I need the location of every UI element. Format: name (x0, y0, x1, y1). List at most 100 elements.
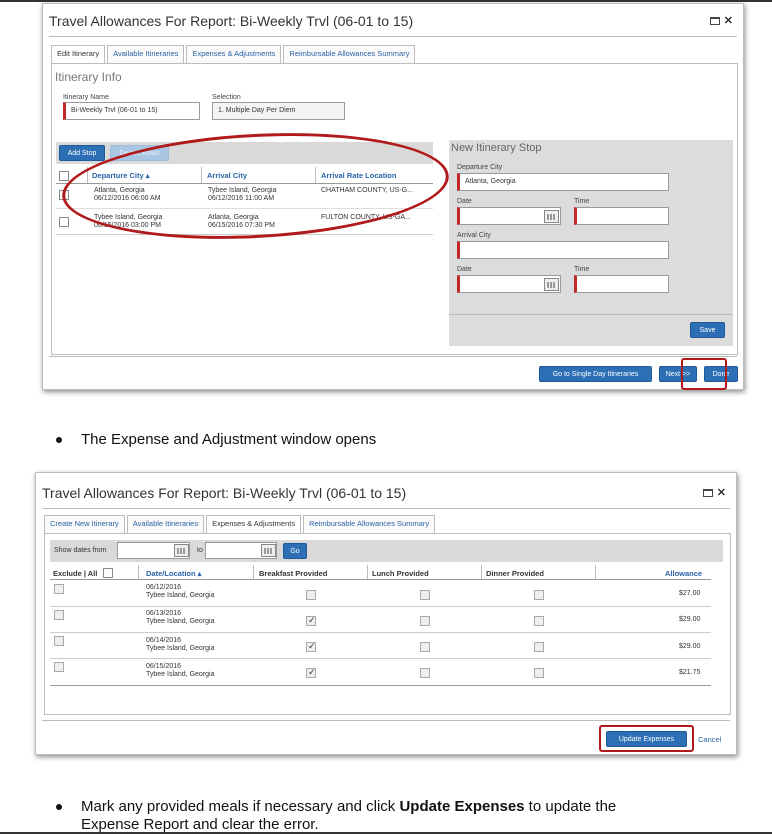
annotation-highlight-box (599, 725, 694, 752)
exclude-checkbox[interactable] (54, 662, 64, 672)
save-button[interactable]: Save (690, 322, 725, 338)
itinerary-name-label: Itinerary Name (63, 94, 109, 101)
allowance-cell: $27.00 (679, 590, 701, 597)
annotation-highlight-box (681, 358, 727, 390)
select-all-checkbox[interactable] (59, 171, 69, 181)
calendar-icon[interactable] (544, 210, 559, 223)
tab-available-itineraries[interactable]: Available Itineraries (107, 45, 185, 63)
lunch-checkbox[interactable] (420, 590, 430, 600)
row-date: 06/13/2016 (146, 610, 182, 617)
stop-panel-divider (449, 314, 733, 315)
dinner-checkbox[interactable] (534, 616, 544, 626)
breakfast-checkbox[interactable] (306, 615, 316, 626)
departure-time-field[interactable] (574, 207, 669, 225)
selection-field[interactable]: 1. Multiple Day Per Diem (212, 102, 345, 120)
col-divider (595, 565, 596, 579)
row-date: 06/14/2016 (146, 637, 182, 644)
instruction-text: Mark any provided meals if necessary and… (81, 798, 616, 815)
row-checkbox[interactable] (59, 217, 69, 227)
column-exclude-all[interactable]: Exclude | All (53, 569, 97, 578)
row-divider (50, 632, 711, 633)
arrival-city-field[interactable] (457, 241, 669, 259)
maximize-icon[interactable] (709, 16, 720, 25)
bullet-icon (56, 804, 62, 810)
footer-divider (49, 356, 737, 357)
instruction-text: The Expense and Adjustment window opens (81, 431, 377, 448)
tab-create-new-itinerary[interactable]: Create New Itinerary (44, 515, 125, 533)
calendar-icon[interactable] (544, 278, 559, 291)
instruction-text-bold: Update Expenses (399, 798, 525, 815)
row-location: Tybee Island, Georgia (146, 592, 215, 599)
row-date: 06/15/2016 (146, 663, 182, 670)
top-border-line (0, 0, 772, 2)
maximize-icon[interactable] (702, 488, 713, 497)
exclude-checkbox[interactable] (54, 636, 64, 646)
travel-allowances-dialog-expenses: Travel Allowances For Report: Bi-Weekly … (35, 472, 737, 755)
instruction-text-end: to update the (524, 798, 617, 815)
column-lunch-provided: Lunch Provided (372, 569, 429, 578)
new-itinerary-stop-heading: New Itinerary Stop (451, 142, 542, 154)
title-divider (42, 508, 730, 509)
dialog-title: Travel Allowances For Report: Bi-Weekly … (49, 13, 414, 29)
footer-divider (42, 720, 730, 721)
go-button[interactable]: Go (283, 543, 307, 559)
selection-label: Selection (212, 94, 241, 101)
calendar-icon[interactable] (261, 544, 276, 557)
tab-reimbursable-allowances-summary[interactable]: Reimbursable Allowances Summary (283, 45, 416, 63)
allowance-cell: $29.00 (679, 616, 701, 623)
dinner-checkbox[interactable] (534, 668, 544, 678)
window-controls: ✕ (709, 14, 733, 27)
column-breakfast-provided: Breakfast Provided (259, 569, 328, 578)
tab-reimbursable-allowances-summary[interactable]: Reimbursable Allowances Summary (303, 515, 436, 533)
breakfast-checkbox[interactable] (306, 641, 316, 652)
breakfast-checkbox[interactable] (306, 667, 316, 678)
itinerary-name-field[interactable]: Bi-Weekly Trvl (06-01 to 15) (63, 102, 200, 120)
tab-bar: Create New Itinerary Available Itinerari… (44, 515, 437, 533)
lunch-checkbox[interactable] (420, 616, 430, 626)
table-bottom-border (50, 685, 711, 686)
exclude-checkbox[interactable] (54, 584, 64, 594)
allowance-cell: $29.00 (679, 643, 701, 650)
travel-allowances-dialog-itinerary: Travel Allowances For Report: Bi-Weekly … (42, 3, 744, 390)
departure-city-field[interactable]: Atlanta, Georgia (457, 173, 669, 191)
go-to-single-day-itineraries-button[interactable]: Go to Single Day Itineraries (539, 366, 652, 382)
itinerary-info-heading: Itinerary Info (55, 70, 122, 84)
row-location: Tybee Island, Georgia (146, 645, 215, 652)
column-allowance[interactable]: Allowance (665, 569, 702, 578)
departure-time-label: Time (574, 198, 590, 205)
close-icon[interactable]: ✕ (724, 15, 733, 27)
breakfast-checkbox[interactable] (306, 590, 316, 600)
to-label: to (197, 547, 203, 554)
tab-expenses-adjustments[interactable]: Expenses & Adjustments (186, 45, 282, 63)
add-stop-button[interactable]: Add Stop (59, 145, 105, 161)
tab-expenses-adjustments[interactable]: Expenses & Adjustments (206, 515, 302, 533)
exclude-checkbox[interactable] (54, 610, 64, 620)
tab-available-itineraries[interactable]: Available Itineraries (126, 515, 205, 533)
show-dates-from-label: Show dates from (54, 547, 107, 554)
column-date-location[interactable]: Date/Location ▴ (146, 569, 201, 578)
dinner-checkbox[interactable] (534, 642, 544, 652)
instruction-text-line2: Expense Report and clear the error. (81, 816, 319, 833)
col-divider (367, 565, 368, 579)
expenses-adjustments-panel: Show dates from to Go Exclude | All Date… (44, 533, 731, 715)
calendar-icon[interactable] (174, 544, 189, 557)
lunch-checkbox[interactable] (420, 642, 430, 652)
cancel-link[interactable]: Cancel (698, 736, 721, 744)
arrival-time-field[interactable] (574, 275, 669, 293)
column-dinner-provided: Dinner Provided (486, 569, 544, 578)
departure-date-label: Date (457, 198, 472, 205)
row-divider (50, 606, 711, 607)
arrival-time-label: Time (574, 266, 590, 273)
title-divider (49, 36, 737, 37)
exclude-all-checkbox[interactable] (103, 568, 113, 578)
bullet-icon (56, 437, 62, 443)
row-location: Tybee Island, Georgia (146, 671, 215, 678)
col-divider (253, 565, 254, 579)
dinner-checkbox[interactable] (534, 590, 544, 600)
row-divider (50, 658, 711, 659)
tab-edit-itinerary[interactable]: Edit Itinerary (51, 45, 106, 63)
col-divider (481, 565, 482, 579)
close-icon[interactable]: ✕ (717, 487, 726, 499)
lunch-checkbox[interactable] (420, 668, 430, 678)
row-location: Tybee Island, Georgia (146, 618, 215, 625)
